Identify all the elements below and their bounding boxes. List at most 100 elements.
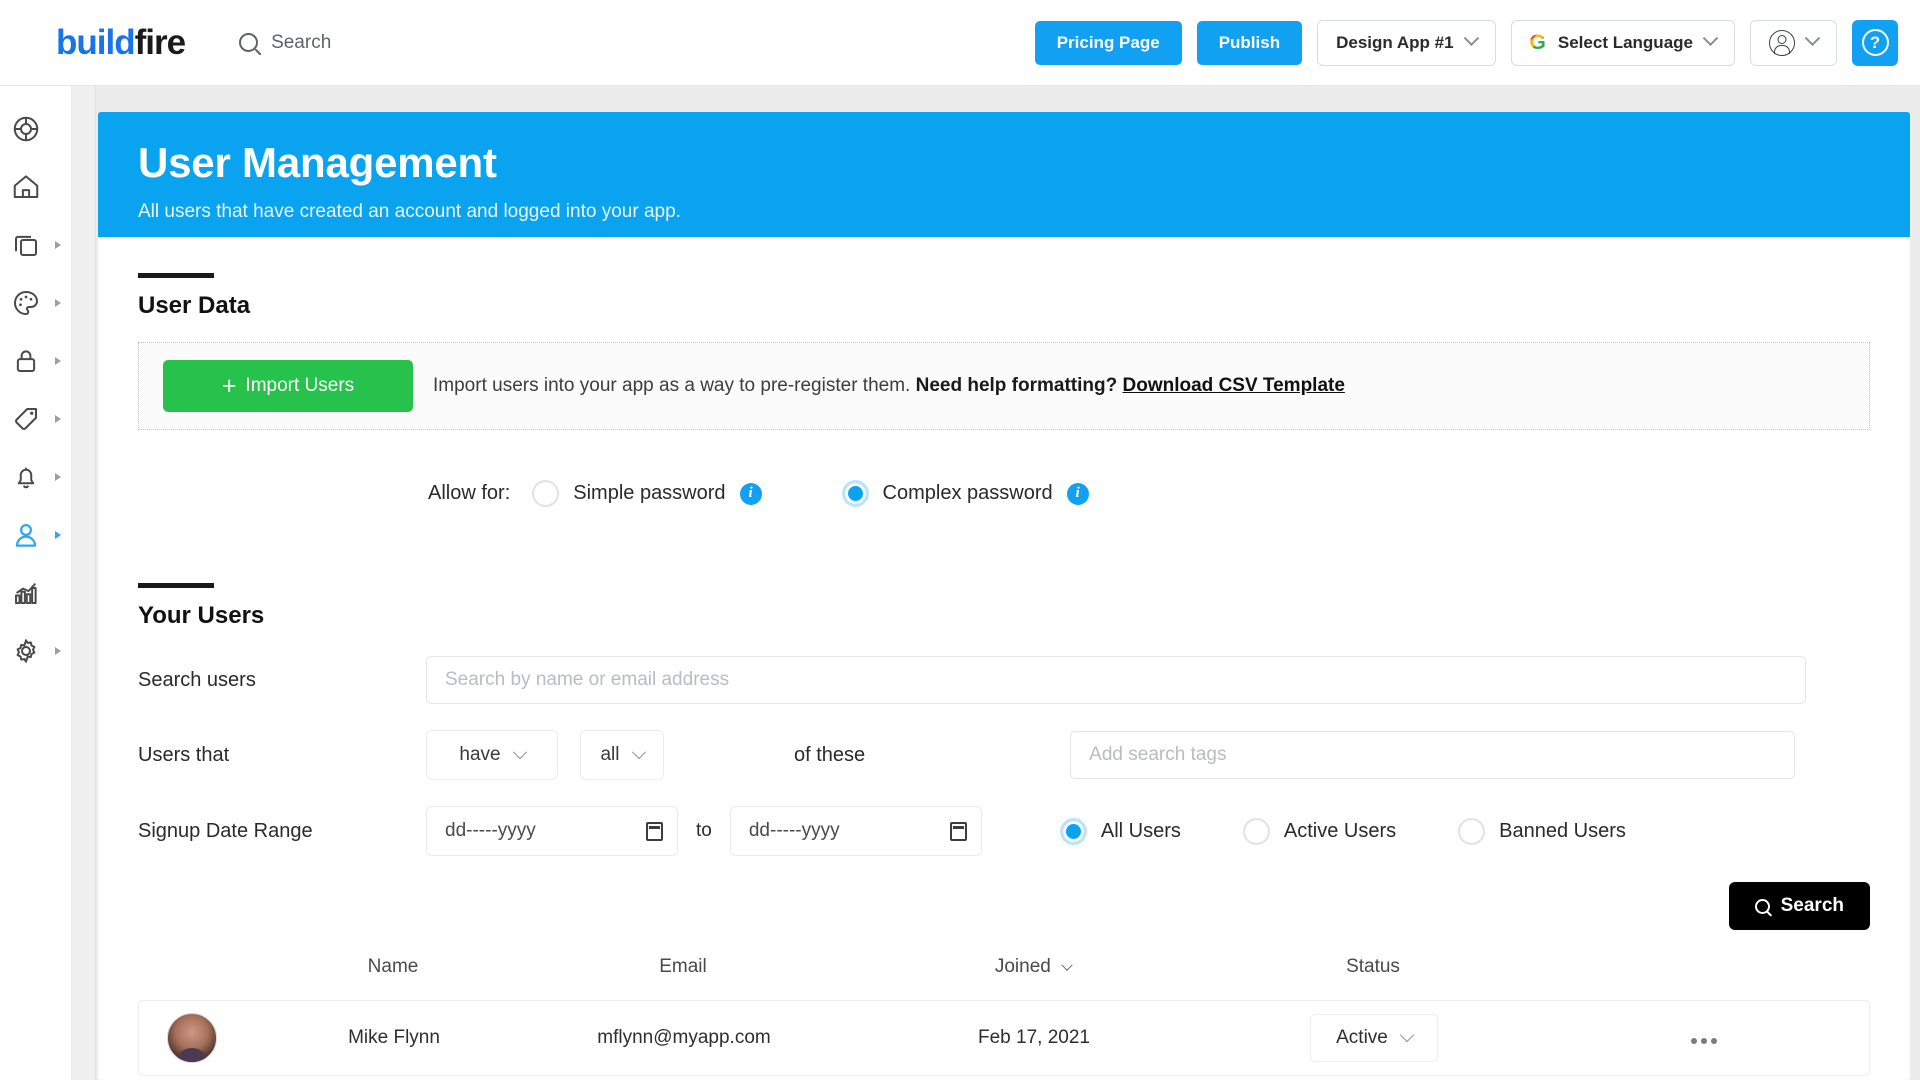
have-select[interactable]: have [426,730,558,780]
import-description: Import users into your app as a way to p… [433,375,1345,397]
chevron-right-icon [55,647,61,655]
column-email[interactable]: Email [508,956,858,978]
global-search-label: Search [271,31,332,53]
search-users-input[interactable] [426,656,1806,704]
lock-icon [11,346,41,376]
sidebar-item-appearance[interactable] [0,274,71,332]
column-status[interactable]: Status [1208,956,1538,978]
calendar-icon[interactable] [646,821,663,841]
page-scrollbar[interactable] [72,86,96,1080]
download-csv-template-link[interactable]: Download CSV Template [1123,375,1345,396]
sidebar-item-users[interactable] [0,506,71,564]
help-button[interactable]: ? [1852,19,1898,66]
radio-active-users-label: Active Users [1283,819,1397,842]
radio-indicator[interactable] [1458,817,1486,845]
gear-icon [11,636,41,666]
section-rule [138,583,214,588]
top-navigation-bar: buildfire Search Pricing Page Publish De… [0,0,1920,86]
sidebar-item-notifications[interactable] [0,448,71,506]
logo-fire-text: fire [134,23,186,62]
search-button-label: Search [1780,895,1844,916]
of-these-label: of these [794,743,866,766]
table-row[interactable]: Mike Flynn mflynn@myapp.com Feb 17, 2021… [138,1000,1870,1076]
import-description-text: Import users into your app as a way to p… [433,375,911,396]
signup-date-range-row: Signup Date Range dd-----yyyy to dd-----… [138,806,1870,856]
sidebar-item-analytics[interactable] [0,564,71,622]
palette-icon [11,288,41,318]
bell-icon [11,462,41,492]
radio-all-users[interactable]: All Users [1059,817,1181,845]
sidebar-item-tags[interactable] [0,390,71,448]
user-email-cell: mflynn@myapp.com [597,1027,771,1048]
users-that-row: Users that have all of these [138,730,1870,780]
account-icon [1769,29,1795,56]
info-icon[interactable]: i [1066,482,1089,505]
calendar-icon[interactable] [949,821,967,841]
radio-banned-users-label: Banned Users [1499,819,1626,842]
user-management-page: User Management All users that have crea… [98,112,1910,1080]
date-to-input[interactable]: dd-----yyyy [729,806,982,856]
radio-complex-password-label: Complex password [882,482,1053,504]
page-subtitle: All users that have created an account a… [138,201,681,223]
sidebar-item-support[interactable] [0,100,71,158]
radio-indicator[interactable] [841,480,869,507]
import-users-button[interactable]: + Import Users [163,360,413,412]
radio-indicator[interactable] [532,480,560,507]
sidebar-item-settings[interactable] [0,622,71,680]
user-actions-cell [1539,1027,1869,1050]
all-select[interactable]: all [580,730,664,780]
radio-all-users-label: All Users [1100,819,1181,842]
date-from-placeholder: dd-----yyyy [445,820,536,841]
date-from-input[interactable]: dd-----yyyy [426,806,678,856]
google-icon: G [1529,31,1546,54]
status-dropdown-value: Active [1336,1027,1388,1048]
buildfire-logo[interactable]: buildfire [56,23,186,62]
your-users-title: Your Users [138,602,265,629]
plus-icon: + [221,371,237,400]
import-users-panel: + Import Users Import users into your ap… [138,342,1870,430]
status-dropdown[interactable]: Active [1310,1014,1438,1062]
chevron-right-icon [55,299,61,307]
left-sidebar [0,86,72,1080]
radio-indicator[interactable] [1059,817,1087,845]
user-status-cell: Active [1209,1014,1539,1062]
language-selector-dropdown[interactable]: G Select Language [1510,19,1735,66]
search-tags-input[interactable] [1070,731,1796,779]
sidebar-item-security[interactable] [0,332,71,390]
top-bar-actions: Pricing Page Publish Design App #1 G Sel… [1034,19,1898,66]
sidebar-item-pages[interactable] [0,216,71,274]
user-icon [11,520,41,550]
column-joined-label: Joined [994,956,1051,977]
column-name[interactable]: Name [278,956,508,978]
signup-date-range-label: Signup Date Range [138,819,313,842]
users-table-header: Name Email Joined Status [138,956,1870,1000]
chevron-down-icon [1399,1028,1414,1043]
date-to-label: to [696,820,712,841]
user-joined-cell: Feb 17, 2021 [978,1027,1090,1048]
search-icon [1754,898,1770,914]
column-joined[interactable]: Joined [858,956,1208,978]
info-icon[interactable]: i [739,482,762,505]
more-options-icon[interactable] [1689,1027,1719,1050]
pricing-page-button[interactable]: Pricing Page [1034,20,1182,65]
workspace: User Management All users that have crea… [72,86,1920,1080]
radio-simple-password[interactable]: Simple password i [532,480,762,507]
account-menu-dropdown[interactable] [1750,19,1837,66]
language-selector-label: Select Language [1557,32,1693,52]
search-action-row: Search [138,882,1870,930]
chevron-down-icon [1804,30,1821,47]
chevron-right-icon [55,357,61,365]
radio-complex-password[interactable]: Complex password i [841,480,1089,507]
search-button[interactable]: Search [1728,882,1870,930]
radio-indicator[interactable] [1242,817,1270,845]
page-title: User Management [138,139,497,186]
sidebar-item-home[interactable] [0,158,71,216]
app-selector-dropdown[interactable]: Design App #1 [1317,19,1496,66]
publish-button[interactable]: Publish [1196,20,1303,65]
radio-active-users[interactable]: Active Users [1242,817,1397,845]
radio-banned-users[interactable]: Banned Users [1458,817,1626,845]
global-search[interactable]: Search [239,32,331,54]
chevron-right-icon [55,531,61,539]
chevron-right-icon [55,241,61,249]
chevron-right-icon [55,473,61,481]
